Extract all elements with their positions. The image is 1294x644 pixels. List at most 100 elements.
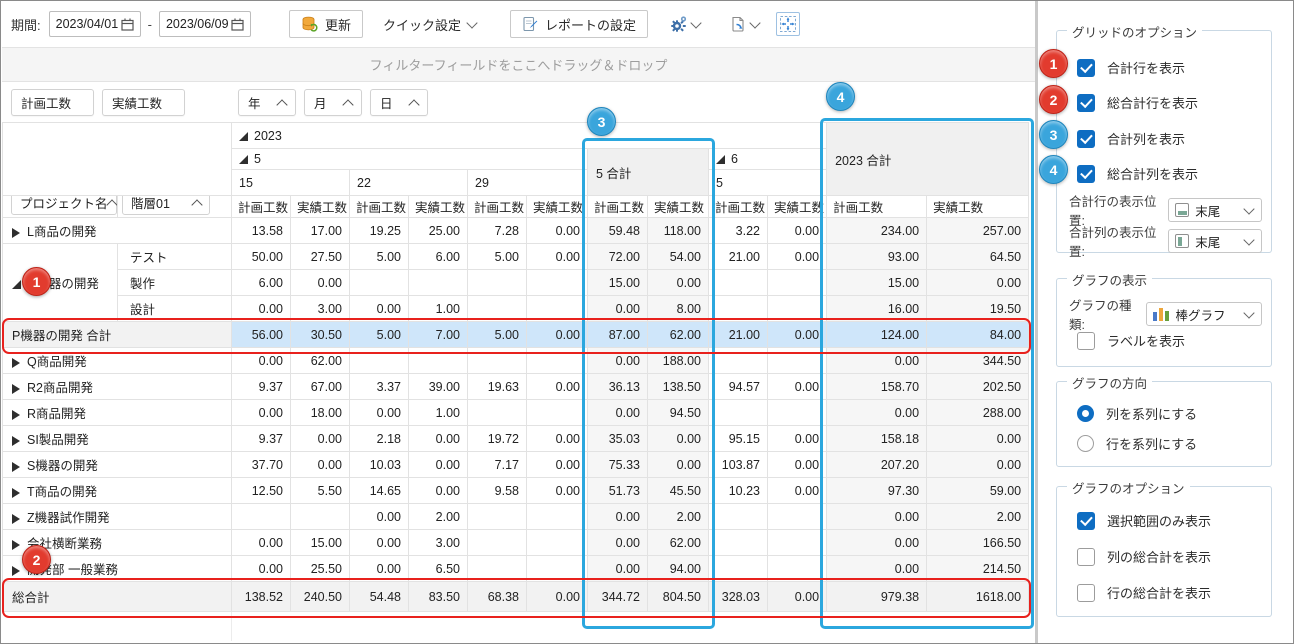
collapse-icon[interactable] [12, 280, 21, 289]
month-group-header[interactable]: 6 [709, 149, 827, 170]
row-sub-header-cell[interactable]: テスト [118, 244, 232, 270]
settings-menu-button[interactable] [662, 10, 707, 38]
row-area-corner: 階層01 [118, 196, 232, 218]
expand-icon[interactable] [12, 228, 20, 238]
expand-icon[interactable] [12, 462, 20, 472]
group-chart-display: グラフの表示 グラフの種類: 棒グラフ ラベルを表示 [1056, 278, 1272, 367]
collapse-icon[interactable] [239, 155, 248, 164]
row-header-cell[interactable]: SI製品開発 [3, 426, 232, 452]
radio-button[interactable] [1077, 405, 1094, 422]
value-cell: 5.00 [350, 322, 409, 348]
row-header-cell[interactable]: R商品開発 [3, 400, 232, 426]
quick-settings-button[interactable]: クイック設定 [371, 10, 488, 38]
field-button-day[interactable]: 日 [370, 89, 428, 116]
value-cell: 67.00 [291, 374, 350, 400]
year-group-header[interactable]: 2023 [232, 123, 827, 149]
checkbox[interactable] [1077, 165, 1095, 183]
value-cell: 2.18 [350, 426, 409, 452]
row-header-cell[interactable]: Q商品開発 [3, 348, 232, 374]
row-header-cell[interactable]: Z機器試作開発 [3, 504, 232, 530]
grid-option-checkbox-2[interactable]: 総合計行を表示 [1077, 93, 1198, 112]
value-cell [709, 504, 768, 530]
value-cell [409, 270, 468, 296]
grid-option-checkbox-3[interactable]: 合計列を表示 [1077, 129, 1185, 148]
value-cell [768, 270, 827, 296]
chart-type-row: グラフの種類: 棒グラフ [1069, 295, 1262, 333]
row-sub-header-cell[interactable]: 製作 [118, 270, 232, 296]
value-cell [468, 556, 527, 582]
export-menu-button[interactable] [723, 10, 766, 38]
value-cell: 0.00 [588, 296, 648, 322]
row-label: 会社横断業務 [27, 537, 102, 551]
total-column-position-select[interactable]: 末尾 [1168, 229, 1262, 253]
value-cell: 0.00 [232, 348, 291, 374]
value-cell: 59.00 [927, 478, 1029, 504]
value-cell: 51.73 [588, 478, 648, 504]
grid-option-checkbox-1[interactable]: 合計行を表示 [1077, 58, 1185, 77]
row-header-cell[interactable]: T商品の開発 [3, 478, 232, 504]
chart-direction-radio-1[interactable]: 列を系列にする [1077, 404, 1197, 423]
expand-icon[interactable] [12, 410, 20, 420]
field-button-year[interactable]: 年 [238, 89, 296, 116]
expand-icon[interactable] [12, 540, 20, 550]
value-cell: 3.22 [709, 218, 768, 244]
value-cell: 19.63 [468, 374, 527, 400]
radio-button[interactable] [1077, 435, 1094, 452]
report-settings-button[interactable]: レポートの設定 [510, 10, 648, 38]
expand-icon[interactable] [12, 436, 20, 446]
field-button-month[interactable]: 月 [304, 89, 362, 116]
row-sub-header-cell[interactable]: 設計 [118, 296, 232, 322]
date-from-input[interactable]: 2023/04/01 [49, 11, 141, 37]
chart-direction-radio-2[interactable]: 行を系列にする [1077, 434, 1197, 453]
field-button-project-name[interactable]: プロジェクト名 [11, 196, 117, 216]
expand-icon[interactable] [12, 566, 20, 576]
value-cell: 12.50 [232, 478, 291, 504]
chart-display-checkbox-1[interactable]: ラベルを表示 [1077, 331, 1185, 350]
row-header-cell[interactable]: 会社横断業務 [3, 530, 232, 556]
field-button-plan-hours[interactable]: 計画工数 [11, 89, 94, 116]
checkbox[interactable] [1077, 94, 1095, 112]
row-header-cell[interactable]: S機器の開発 [3, 452, 232, 478]
checkbox[interactable] [1077, 332, 1095, 350]
value-cell: 15.00 [588, 270, 648, 296]
checkbox-label: 合計列を表示 [1107, 129, 1185, 148]
chart-option-checkbox-3[interactable]: 行の総合計を表示 [1077, 583, 1211, 602]
total-column-position-row: 合計列の表示位置: 末尾 [1069, 222, 1262, 260]
field-button-hierarchy01[interactable]: 階層01 [122, 196, 210, 216]
checkbox[interactable] [1077, 584, 1095, 602]
value-cell: 0.00 [409, 452, 468, 478]
collapse-icon[interactable] [716, 155, 725, 164]
filter-drop-area[interactable]: フィルターフィールドをここへドラッグ＆ドロップ [2, 47, 1035, 82]
chart-option-checkbox-1[interactable]: 選択範囲のみ表示 [1077, 511, 1211, 530]
checkbox[interactable] [1077, 548, 1095, 566]
collapse-icon[interactable] [239, 132, 248, 141]
fields-row: 計画工数 実績工数 年 月 日 [2, 83, 1035, 122]
year-total-header: 2023 合計 [827, 123, 1029, 196]
expand-icon[interactable] [12, 358, 20, 368]
field-label: 実績工数 [112, 93, 162, 112]
grid-option-checkbox-4[interactable]: 総合計列を表示 [1077, 164, 1198, 183]
value-cell: 10.03 [350, 452, 409, 478]
fit-to-screen-button[interactable] [776, 12, 800, 36]
checkbox[interactable] [1077, 130, 1095, 148]
row-header-cell[interactable]: L商品の開発 [3, 218, 232, 244]
row-header-cell[interactable]: R2商品開発 [3, 374, 232, 400]
chart-type-select[interactable]: 棒グラフ [1146, 302, 1262, 326]
row-header-cell[interactable]: 開発部 一般業務 [3, 556, 232, 582]
expand-icon[interactable] [12, 488, 20, 498]
row-area-corner: プロジェクト名 [3, 196, 118, 218]
date-to-input[interactable]: 2023/06/09 [159, 11, 251, 37]
month-group-header[interactable]: 5 [232, 149, 588, 170]
refresh-button[interactable]: 更新 [289, 10, 363, 38]
expand-icon[interactable] [12, 514, 20, 524]
chart-option-checkbox-2[interactable]: 列の総合計を表示 [1077, 547, 1211, 566]
value-cell: 6.00 [409, 244, 468, 270]
row-group-header-cell[interactable]: P機器の開発 [3, 244, 118, 322]
field-button-actual-hours[interactable]: 実績工数 [102, 89, 185, 116]
expand-icon[interactable] [12, 384, 20, 394]
value-cell: 240.50 [291, 582, 350, 612]
value-cell: 36.13 [588, 374, 648, 400]
checkbox[interactable] [1077, 59, 1095, 77]
checkbox[interactable] [1077, 512, 1095, 530]
total-row-position-select[interactable]: 末尾 [1168, 198, 1262, 222]
